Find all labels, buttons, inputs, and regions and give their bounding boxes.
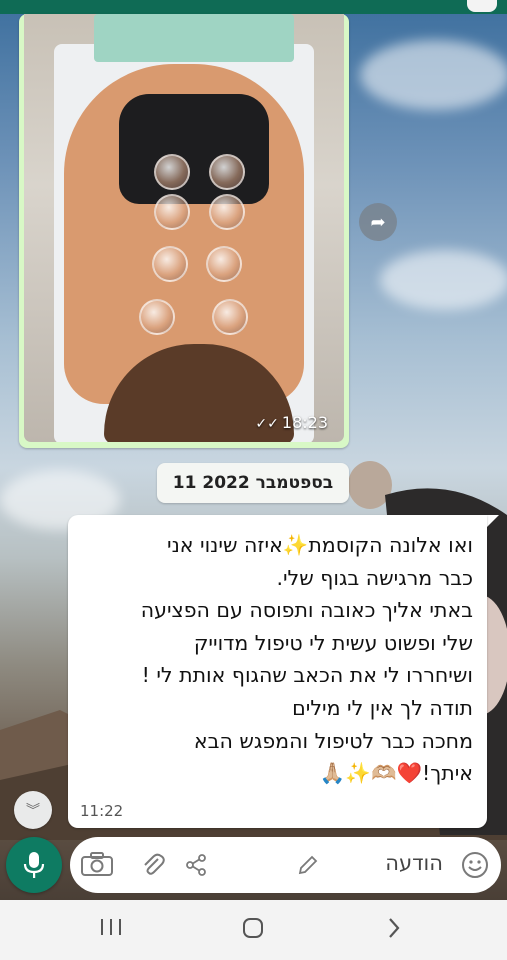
cupping-cup — [152, 246, 188, 282]
double-check-icon: ✓✓ — [255, 416, 279, 432]
pencil-icon[interactable] — [296, 853, 320, 883]
cupping-cup — [139, 299, 175, 335]
image-time-text: 18:23 — [281, 413, 328, 432]
photo-pillow — [94, 14, 294, 62]
voice-record-button[interactable] — [6, 837, 62, 893]
android-navigation-bar — [0, 900, 507, 960]
message-photo[interactable]: ✓✓ 18:23 — [24, 14, 344, 442]
image-timestamp: ✓✓ 18:23 — [255, 413, 328, 432]
forward-icon: ➦ — [370, 211, 386, 233]
message-line: באתי אליך כאובה ותפוסה עם הפציעה — [140, 598, 473, 623]
wallpaper-cloud — [360, 40, 507, 110]
message-timestamp: 11:22 — [80, 802, 124, 820]
status-bar — [0, 0, 507, 14]
photo-shorts — [119, 94, 269, 204]
message-line: תודה לך אין לי מילים — [292, 695, 473, 720]
cupping-cup — [154, 194, 190, 230]
image-message-bubble[interactable]: ✓✓ 18:23 — [19, 14, 349, 448]
forward-button[interactable]: ➦ — [359, 203, 397, 241]
message-bubble-tail — [487, 515, 499, 527]
share-icon[interactable] — [184, 853, 208, 883]
home-button[interactable] — [241, 916, 265, 946]
cupping-cup — [209, 154, 245, 190]
message-input-placeholder[interactable]: הודעה — [385, 851, 443, 875]
wallpaper-cloud — [380, 250, 507, 310]
message-composer[interactable]: הודעה — [70, 837, 501, 893]
cupping-cup — [212, 299, 248, 335]
attachment-icon[interactable] — [140, 852, 166, 884]
message-line: ושיחררו לי את הכאב שהגוף אותת לי ! — [141, 663, 473, 688]
date-separator: 11 בספטמבר 2022 — [157, 463, 349, 503]
emoji-icon[interactable] — [461, 851, 489, 885]
message-line: איתך!❤️🫶🏼✨🙏🏼 — [319, 761, 473, 786]
message-line: כבר מרגישה בגוף שלי. — [276, 565, 473, 590]
microphone-icon — [23, 852, 45, 878]
back-button[interactable] — [386, 916, 402, 946]
message-line: מחכה כבר לטיפול והמפגש הבא — [193, 728, 473, 753]
message-line: ואו אלונה הקוסמת✨איזה שינוי אני — [167, 533, 473, 557]
message-line: שלי ופשוט עשית לי טיפול מדוייק — [193, 630, 473, 655]
recent-apps-button[interactable] — [98, 916, 124, 944]
chevron-double-down-icon: ︾ — [26, 803, 40, 819]
status-indicator — [467, 0, 497, 12]
camera-icon[interactable] — [80, 851, 114, 883]
date-separator-label: 11 בספטמבר 2022 — [172, 473, 334, 493]
message-text: ואו אלונה הקוסמת✨איזה שינוי אני כבר מרגי… — [73, 529, 473, 790]
cupping-cup — [206, 246, 242, 282]
text-message-bubble[interactable]: ואו אלונה הקוסמת✨איזה שינוי אני כבר מרגי… — [68, 515, 487, 828]
cupping-cup — [209, 194, 245, 230]
cupping-cup — [154, 154, 190, 190]
scroll-to-bottom-button[interactable]: ︾ — [14, 791, 52, 829]
